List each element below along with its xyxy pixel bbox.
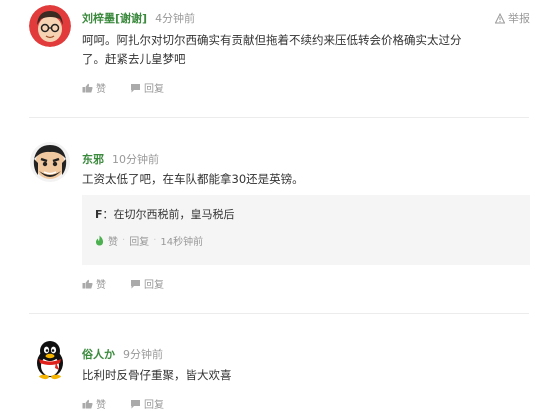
comment-actions: 赞 回复: [82, 80, 188, 95]
quote-content: F：在切尔西税前，皇马税后: [95, 206, 235, 222]
quote-separator: ：: [102, 208, 114, 221]
avatar-face-icon: [29, 5, 71, 47]
reply-label: 回复: [144, 84, 164, 95]
quote-author[interactable]: F: [95, 208, 103, 221]
quote-reply-button[interactable]: 回复: [129, 233, 149, 248]
report-button[interactable]: 举报: [495, 10, 530, 26]
reply-button[interactable]: 回复: [130, 80, 164, 95]
like-label: 赞: [96, 280, 106, 291]
comment-text: 呵呵。阿扎尔对切尔西确实有贡献但拖着不续约来压低转会价格确实太过分了。赶紧去儿皇…: [82, 33, 462, 66]
quoted-reply: F：在切尔西税前，皇马税后 赞 · 回复 · 14秒钟前: [82, 195, 530, 265]
flag-icon: [495, 12, 505, 23]
reply-icon: [131, 279, 140, 288]
comment-meta: 东邪 10分钟前: [82, 151, 159, 167]
user-avatar[interactable]: [29, 338, 71, 380]
quote-actions: 赞 · 回复 · 14秒钟前: [95, 233, 203, 248]
comment-meta: 刘梓墨[谢谢] 4分钟前: [82, 10, 195, 26]
comment-meta: 俗人か 9分钟前: [82, 346, 163, 362]
thumb-up-icon: [82, 83, 93, 92]
timestamp: 4分钟前: [155, 12, 196, 25]
username[interactable]: 俗人か: [82, 348, 115, 361]
comment-text: 工资太低了吧，在车队都能拿30还是英镑。: [82, 172, 304, 186]
quote-timestamp: 14秒钟前: [160, 237, 204, 248]
reply-label: 回复: [144, 280, 164, 291]
divider: [29, 117, 529, 118]
reply-icon: [131, 83, 140, 92]
avatar-face-icon: [30, 142, 70, 182]
like-button[interactable]: 赞: [82, 276, 106, 291]
quote-like-button[interactable]: 赞: [108, 233, 118, 248]
qq-penguin-icon: [37, 341, 63, 380]
thumb-up-icon: [82, 279, 93, 288]
separator-dot: ·: [122, 235, 126, 246]
flame-icon: [95, 235, 104, 246]
report-label: 举报: [508, 12, 530, 25]
like-button[interactable]: 赞: [82, 80, 106, 95]
timestamp: 9分钟前: [123, 348, 163, 361]
user-avatar[interactable]: [29, 141, 71, 183]
comment-text: 比利时反骨仔重聚，皆大欢喜: [82, 368, 232, 382]
username[interactable]: 东邪: [82, 153, 104, 166]
divider: [29, 313, 529, 314]
user-avatar[interactable]: [29, 5, 71, 47]
comment-actions: 赞 回复: [82, 276, 188, 291]
quote-text: 在切尔西税前，皇马税后: [113, 208, 235, 221]
username[interactable]: 刘梓墨[谢谢]: [82, 12, 147, 25]
like-label: 赞: [96, 84, 106, 95]
reply-button[interactable]: 回复: [130, 276, 164, 291]
timestamp: 10分钟前: [112, 153, 159, 166]
separator-dot: ·: [153, 235, 157, 246]
